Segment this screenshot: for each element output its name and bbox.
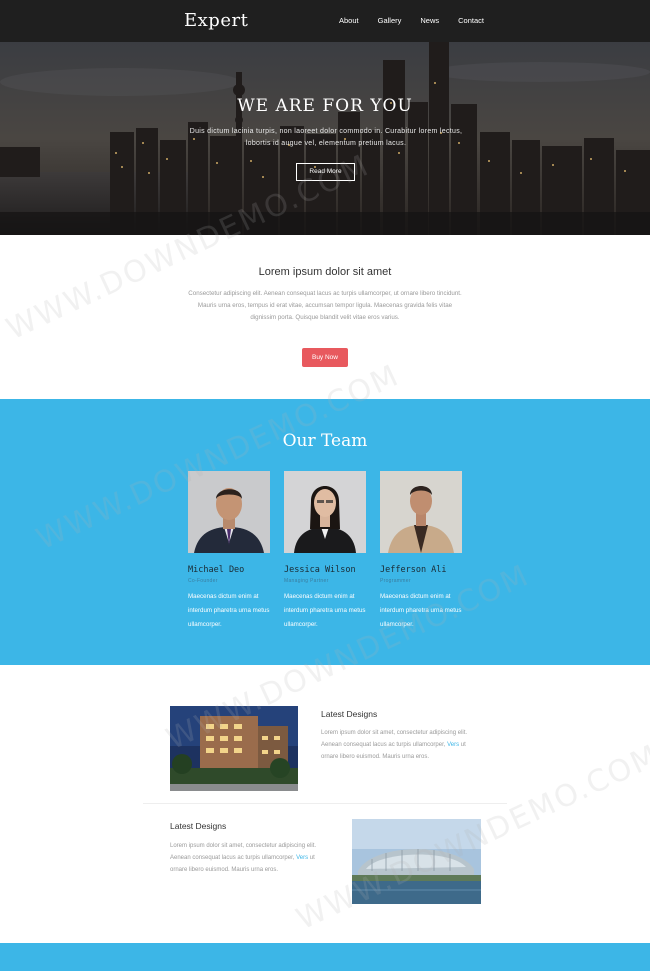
member-name: Jessica Wilson [284,565,356,575]
intro-text: Consectetur adipiscing elit. Aenean cons… [188,290,462,321]
member-name: Jefferson Ali [380,565,447,575]
team-title: Our Team [282,431,368,451]
member-bio: Maecenas dictum enim at interdum pharetr… [284,593,366,628]
nav-news[interactable]: News [420,16,439,25]
hero-subtitle: Duis dictum lacinia turpis, non laoreet … [189,128,463,147]
hero-title: WE ARE FOR YOU [237,96,413,116]
feature-title: Latest Designs [321,709,378,719]
member-bio: Maecenas dictum enim at interdum pharetr… [188,593,270,628]
feature-text: Lorem ipsum dolor sit amet, consectetur … [321,730,468,760]
member-role: Managing Partner [284,578,329,584]
main-nav: About Gallery News Contact [339,16,503,25]
feature-text: Lorem ipsum dolor sit amet, consectetur … [170,843,317,873]
team-member-photo [284,471,366,553]
member-name: Michael Deo [188,565,245,575]
nav-about[interactable]: About [339,16,359,25]
team-member-card: Jessica Wilson Managing Partner Maecenas… [284,471,368,632]
hero-banner: WE ARE FOR YOU Duis dictum lacinia turpi… [0,42,650,235]
watermark: WWW.DOWNDEMO.COM [291,737,650,938]
member-role: Programmer [380,578,411,584]
member-role: Co-Founder [188,578,218,584]
divider [143,803,507,804]
team-member-card: Michael Deo Co-Founder Maecenas dictum e… [188,471,272,632]
feature-title: Latest Designs [170,821,227,831]
footer-band [0,943,650,971]
nav-gallery[interactable]: Gallery [378,16,402,25]
nav-contact[interactable]: Contact [458,16,484,25]
site-logo[interactable]: Expert [184,10,248,31]
feature-link[interactable]: Vers [296,855,308,861]
top-navbar: Expert About Gallery News Contact [0,0,650,42]
team-member-photo [380,471,462,553]
buy-now-button[interactable]: Buy Now [302,348,348,367]
feature-link[interactable]: Vers [447,742,459,748]
